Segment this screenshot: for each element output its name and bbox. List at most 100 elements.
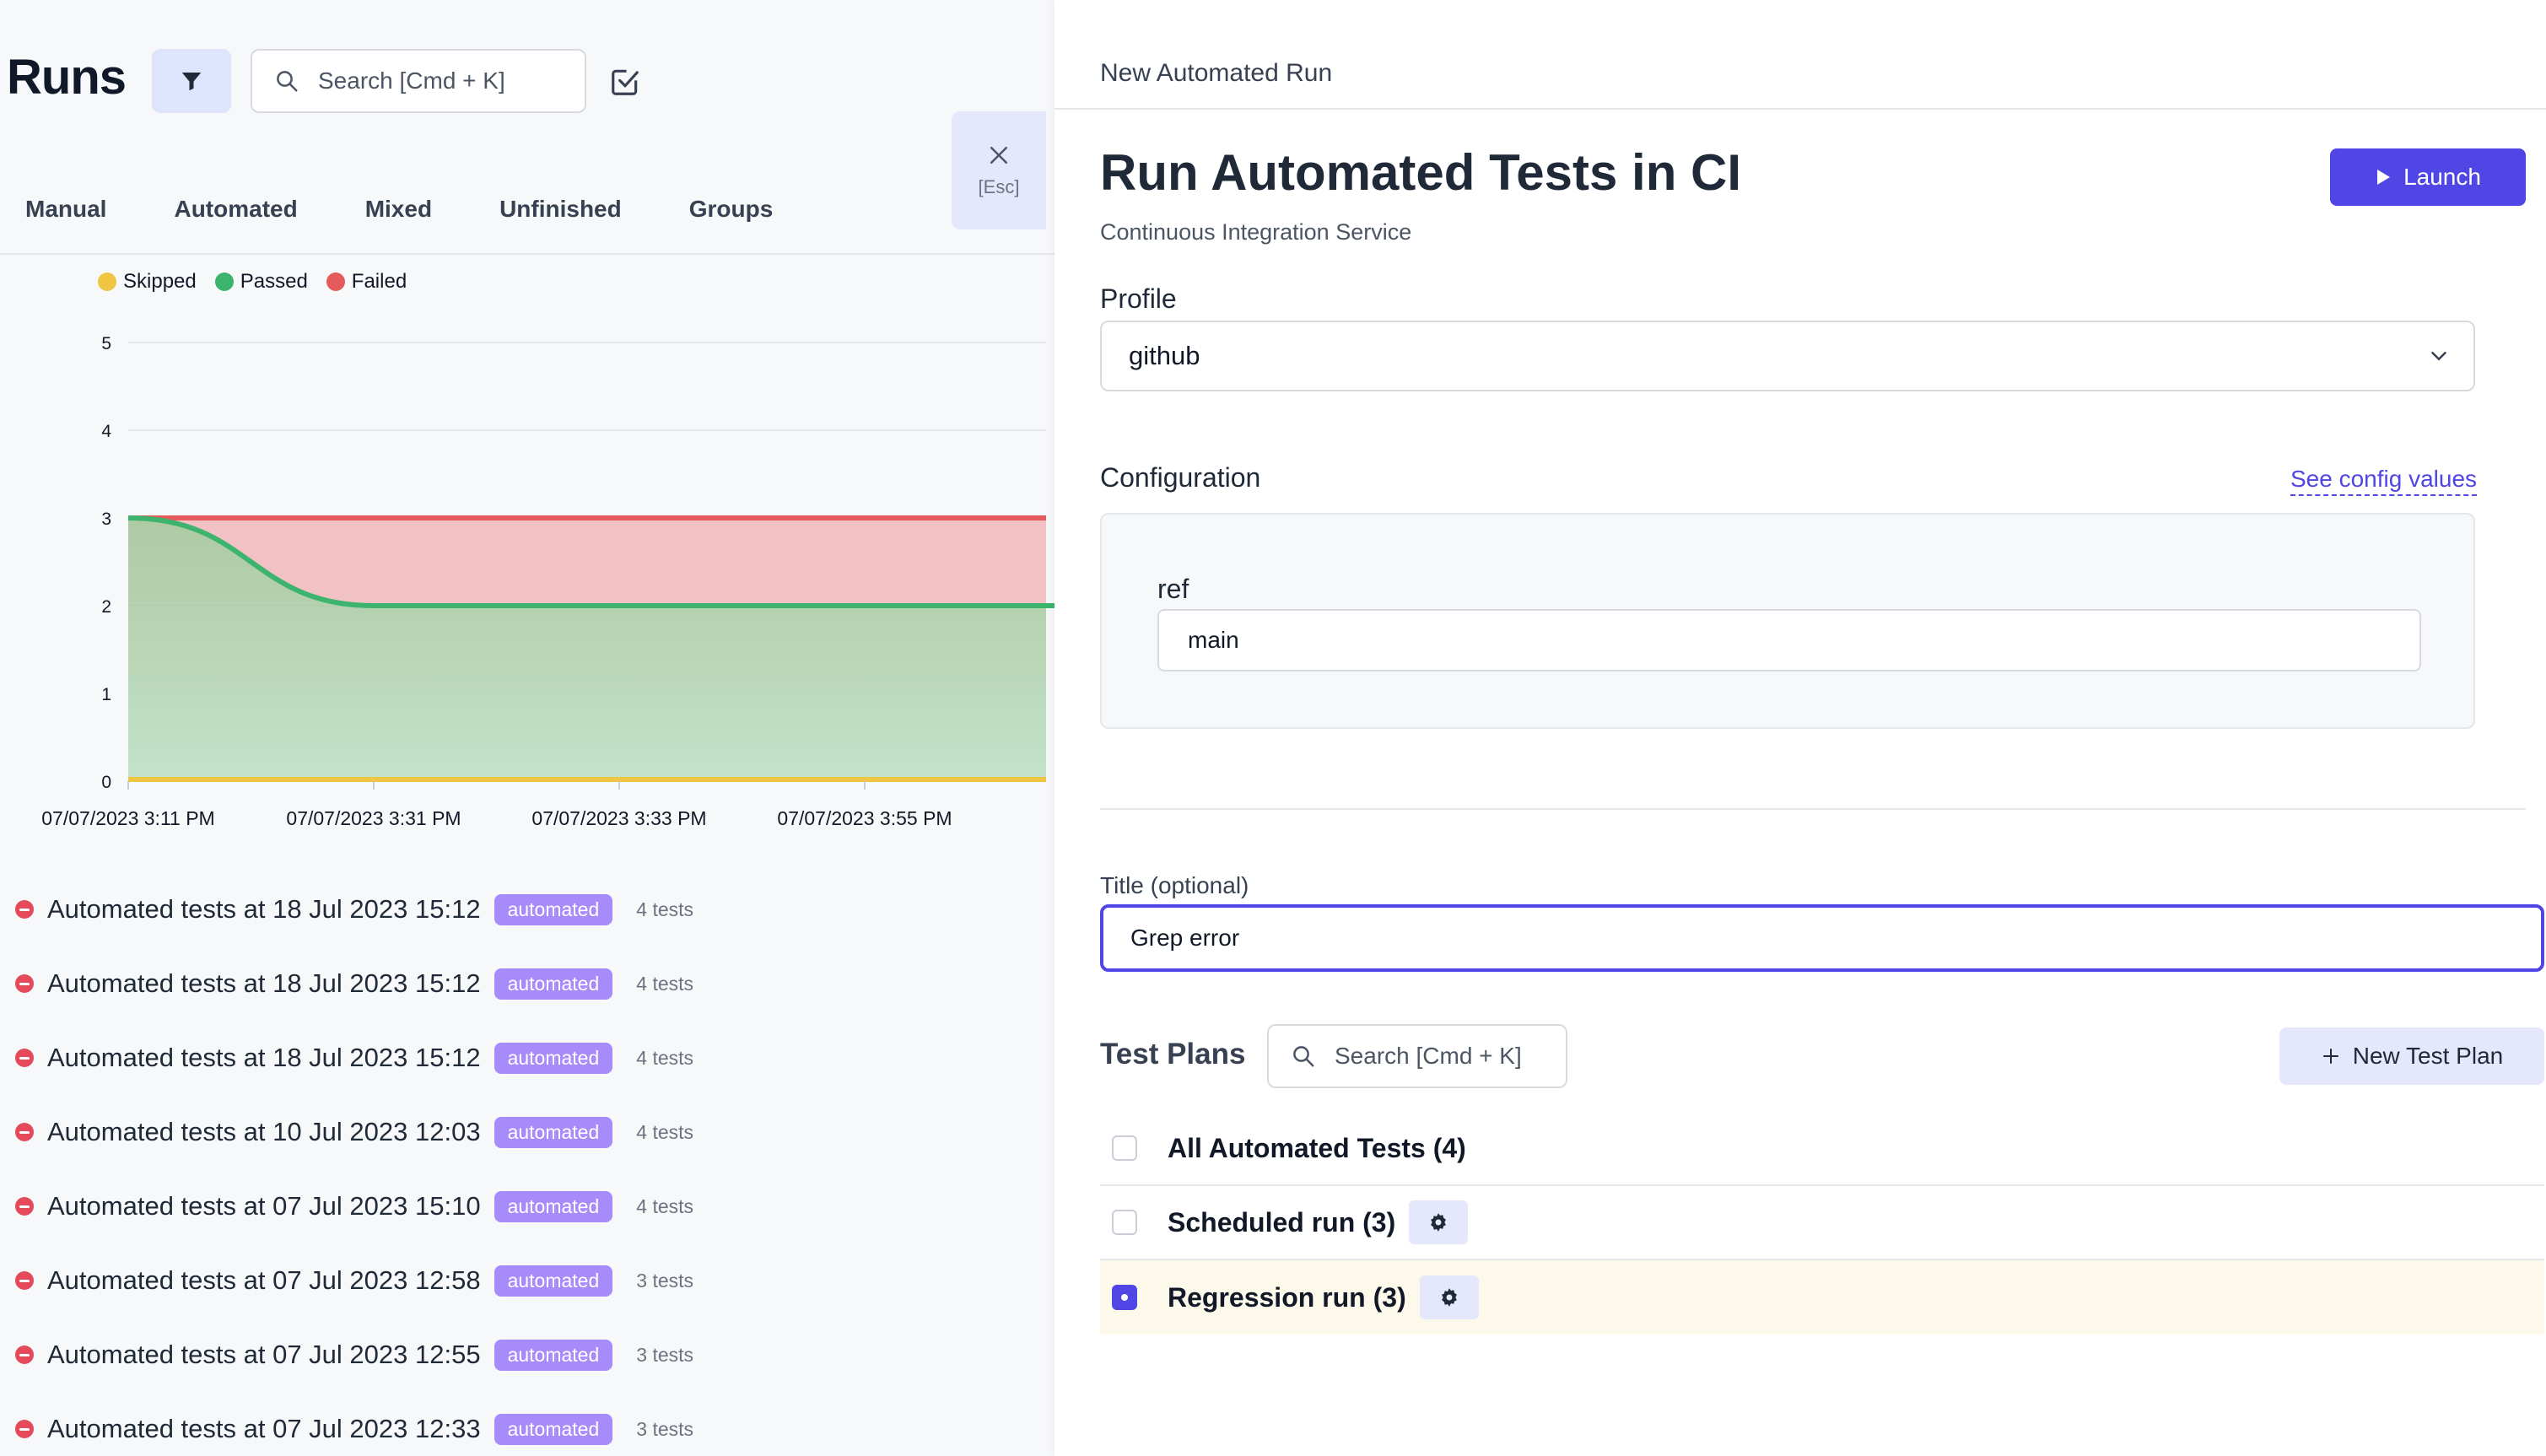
list-item[interactable]: Automated tests at 07 Jul 2023 15:10 aut… bbox=[0, 1169, 1055, 1243]
y-tick-label: 2 bbox=[101, 597, 111, 617]
runs-chart: 0 1 2 3 4 5 07/07/2023 3:11 PM 07/07/2023 3:31 … bbox=[41, 334, 1055, 829]
run-test-count: 3 tests bbox=[636, 1343, 694, 1366]
test-plan-checkbox[interactable] bbox=[1112, 1285, 1137, 1310]
runs-panel: Runs Search [Cmd + K] [Esc] Manual Autom… bbox=[0, 0, 1055, 1456]
run-type-badge: automated bbox=[494, 1265, 613, 1297]
test-plan-name: Regression run (3) bbox=[1168, 1281, 1406, 1313]
y-tick-label: 5 bbox=[101, 334, 111, 353]
configuration-label: Configuration bbox=[1100, 462, 1261, 493]
x-tick-label: 07/07/2023 3:11 PM bbox=[41, 807, 214, 829]
y-tick-label: 1 bbox=[101, 685, 111, 704]
legend-item-passed[interactable]: Passed bbox=[214, 270, 308, 294]
list-item[interactable]: Automated tests at 18 Jul 2023 15:12 aut… bbox=[0, 1021, 1055, 1095]
run-name[interactable]: Automated tests at 18 Jul 2023 15:12 bbox=[47, 1043, 481, 1073]
title-label: Title (optional) bbox=[1100, 872, 1249, 898]
test-plan-row[interactable]: Regression run (3) bbox=[1100, 1260, 2544, 1335]
select-runs-button[interactable] bbox=[606, 62, 645, 101]
legend-item-skipped[interactable]: Skipped bbox=[98, 270, 197, 294]
test-plans-search-input[interactable]: Search [Cmd + K] bbox=[1267, 1024, 1567, 1088]
run-type-tabs: Manual Automated Mixed Unfinished Groups bbox=[0, 186, 1055, 255]
search-icon bbox=[1293, 1046, 1314, 1067]
test-plan-list: All Automated Tests (4) Scheduled run (3… bbox=[1100, 1112, 2544, 1335]
run-test-count: 3 tests bbox=[636, 1417, 694, 1440]
legend-swatch bbox=[98, 272, 116, 291]
profile-value: github bbox=[1129, 341, 1200, 370]
section-divider bbox=[1100, 808, 2526, 810]
list-item[interactable]: Automated tests at 18 Jul 2023 15:12 aut… bbox=[0, 946, 1055, 1021]
run-test-count: 3 tests bbox=[636, 1269, 694, 1292]
search-input[interactable]: Search [Cmd + K] bbox=[251, 49, 586, 113]
test-plan-row[interactable]: Scheduled run (3) bbox=[1100, 1186, 2544, 1260]
run-test-count: 4 tests bbox=[636, 1046, 694, 1069]
title-input[interactable]: Grep error bbox=[1100, 904, 2544, 972]
run-list: Automated tests at 18 Jul 2023 15:12 aut… bbox=[0, 872, 1055, 1456]
legend-label: Failed bbox=[351, 270, 407, 293]
run-type-badge: automated bbox=[494, 1339, 613, 1371]
list-item[interactable]: Automated tests at 07 Jul 2023 12:58 aut… bbox=[0, 1243, 1055, 1318]
tab-groups[interactable]: Groups bbox=[689, 186, 774, 253]
list-item[interactable]: Automated tests at 10 Jul 2023 12:03 aut… bbox=[0, 1095, 1055, 1169]
page-title: Runs bbox=[7, 50, 127, 105]
run-name[interactable]: Automated tests at 18 Jul 2023 15:12 bbox=[47, 968, 481, 999]
filter-icon bbox=[181, 73, 202, 91]
test-plan-name: Scheduled run (3) bbox=[1168, 1206, 1396, 1238]
run-type-badge: automated bbox=[494, 1190, 613, 1222]
y-tick-label: 4 bbox=[101, 422, 111, 441]
legend-label: Skipped bbox=[123, 270, 197, 293]
search-placeholder: Search [Cmd + K] bbox=[1335, 1043, 1522, 1069]
x-tick-label: 07/07/2023 3:31 PM bbox=[286, 807, 461, 829]
close-icon bbox=[990, 147, 1007, 164]
tab-automated[interactable]: Automated bbox=[174, 186, 297, 253]
new-automated-run-panel: New Automated Run Run Automated Tests in… bbox=[1055, 0, 2546, 1456]
run-test-count: 4 tests bbox=[636, 972, 694, 995]
legend-label: Passed bbox=[240, 270, 308, 293]
list-item[interactable]: Automated tests at 07 Jul 2023 12:55 aut… bbox=[0, 1318, 1055, 1392]
tab-unfinished[interactable]: Unfinished bbox=[499, 186, 622, 253]
run-test-count: 4 tests bbox=[636, 1120, 694, 1143]
test-plan-settings-button[interactable] bbox=[1419, 1275, 1479, 1319]
failed-status-icon bbox=[15, 1345, 34, 1364]
run-name[interactable]: Automated tests at 10 Jul 2023 12:03 bbox=[47, 1117, 481, 1147]
test-plan-settings-button[interactable] bbox=[1409, 1200, 1469, 1244]
y-tick-label: 3 bbox=[101, 510, 111, 529]
new-test-plan-label: New Test Plan bbox=[2352, 1043, 2504, 1069]
failed-status-icon bbox=[15, 1420, 34, 1438]
test-plan-checkbox[interactable] bbox=[1112, 1210, 1137, 1235]
test-plan-checkbox[interactable] bbox=[1112, 1135, 1137, 1161]
run-name[interactable]: Automated tests at 18 Jul 2023 15:12 bbox=[47, 894, 481, 925]
tab-manual[interactable]: Manual bbox=[25, 186, 106, 253]
list-item[interactable]: Automated tests at 18 Jul 2023 15:12 aut… bbox=[0, 872, 1055, 946]
x-tick-label: 07/07/2023 3:33 PM bbox=[531, 807, 706, 829]
legend-swatch bbox=[214, 272, 234, 291]
legend-swatch bbox=[326, 272, 345, 291]
x-tick-label: 07/07/2023 3:55 PM bbox=[777, 807, 952, 829]
see-config-values-link[interactable]: See config values bbox=[2290, 466, 2478, 496]
checklist-icon bbox=[612, 69, 639, 95]
chevron-down-icon bbox=[2431, 352, 2446, 361]
run-name[interactable]: Automated tests at 07 Jul 2023 15:10 bbox=[47, 1191, 481, 1221]
run-type-badge: automated bbox=[494, 893, 613, 925]
failed-status-icon bbox=[15, 1197, 34, 1216]
run-name[interactable]: Automated tests at 07 Jul 2023 12:55 bbox=[47, 1340, 481, 1370]
configuration-box: ref main bbox=[1100, 513, 2475, 729]
y-tick-label: 0 bbox=[101, 773, 111, 792]
run-type-badge: automated bbox=[494, 1413, 613, 1445]
launch-label: Launch bbox=[2403, 164, 2481, 190]
run-name[interactable]: Automated tests at 07 Jul 2023 12:58 bbox=[47, 1265, 481, 1296]
launch-button[interactable]: Launch bbox=[2330, 148, 2526, 206]
gear-icon bbox=[1431, 1213, 1447, 1232]
run-name[interactable]: Automated tests at 07 Jul 2023 12:33 bbox=[47, 1414, 481, 1444]
ref-input[interactable]: main bbox=[1157, 609, 2421, 671]
profile-select[interactable]: github bbox=[1100, 321, 2475, 391]
legend-item-failed[interactable]: Failed bbox=[326, 270, 407, 294]
profile-label: Profile bbox=[1100, 283, 1177, 314]
list-item[interactable]: Automated tests at 07 Jul 2023 12:33 aut… bbox=[0, 1392, 1055, 1456]
search-icon bbox=[277, 71, 298, 92]
panel-header: New Automated Run bbox=[1055, 0, 2546, 110]
run-type-badge: automated bbox=[494, 1116, 613, 1148]
ref-label: ref bbox=[1157, 574, 1189, 604]
tab-mixed[interactable]: Mixed bbox=[365, 186, 432, 253]
test-plan-row[interactable]: All Automated Tests (4) bbox=[1100, 1112, 2544, 1186]
new-test-plan-button[interactable]: New Test Plan bbox=[2279, 1027, 2544, 1085]
filter-button[interactable] bbox=[152, 49, 231, 113]
